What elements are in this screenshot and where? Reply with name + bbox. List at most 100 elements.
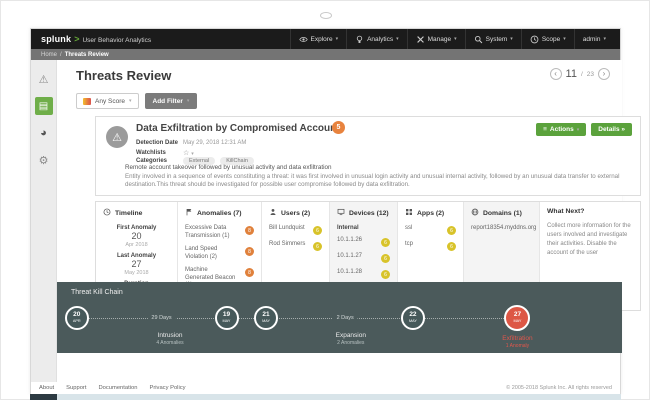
watchlists-row: Watchlists ☆ ▾	[136, 149, 194, 157]
kill-chain-title: Threat Kill Chain	[71, 289, 123, 296]
devices-title: Devices (12)	[349, 210, 389, 217]
kill-chain-node[interactable]: 20 APR	[65, 306, 89, 330]
nav-label: Manage	[428, 36, 452, 43]
score-dot: 6	[447, 242, 456, 251]
nav-item-scope[interactable]: Scope ▾	[521, 29, 574, 49]
user-item[interactable]: Rod Simmers 6	[269, 241, 322, 251]
logo-arrow-icon: >	[74, 34, 79, 44]
app-window: splunk > User Behavior Analytics Explore…	[30, 28, 621, 394]
node-day: 21	[262, 312, 269, 319]
apps-header: Apps (2)	[405, 208, 456, 218]
node-month: MAY	[262, 320, 270, 324]
app-name: ssl	[405, 225, 447, 233]
score-filter-label: Any Score	[95, 98, 125, 105]
app-item[interactable]: tcp 6	[405, 241, 456, 251]
pie-chart-icon[interactable]: ◕	[35, 124, 53, 142]
device-item[interactable]: 10.1.1.27 6	[337, 253, 390, 263]
pager-total: 23	[587, 71, 594, 78]
nav-item-system[interactable]: System ▾	[465, 29, 521, 49]
actions-button[interactable]: ≡ Actions ▾	[536, 123, 586, 136]
nav-item-explore[interactable]: Explore ▾	[290, 29, 347, 49]
details-button[interactable]: Details »	[591, 123, 632, 136]
what-next-text: Collect more information for the users i…	[547, 222, 633, 258]
nav-label: System	[486, 36, 508, 43]
breadcrumb-home-link[interactable]: Home	[41, 52, 57, 58]
device-item[interactable]: 10.1.1.26 6	[337, 237, 390, 247]
anomaly-item[interactable]: Land Speed Violation (2) 8	[185, 246, 254, 261]
first-anomaly: First Anomaly 20 Apr 2018	[103, 225, 170, 248]
footer-link-documentation[interactable]: Documentation	[98, 385, 137, 391]
what-next-title: What Next?	[547, 208, 584, 215]
app-name: User Behavior Analytics	[82, 37, 151, 44]
footer-link-about[interactable]: About	[39, 385, 54, 391]
nav-item-admin[interactable]: admin ▾	[574, 29, 614, 49]
segment-duration: 29 Days	[147, 315, 175, 321]
tools-icon	[416, 35, 425, 44]
threat-title: Data Exfiltration by Compromised Account	[136, 123, 340, 134]
grid-icon	[405, 208, 413, 218]
bulb-icon	[355, 35, 364, 44]
flag-icon	[185, 208, 193, 218]
node-day: 19	[223, 312, 230, 319]
monitor-icon	[337, 208, 345, 218]
score-dot: 6	[313, 226, 322, 235]
detection-date-label: Detection Date	[136, 140, 178, 146]
nav-item-analytics[interactable]: Analytics ▾	[346, 29, 407, 49]
kill-chain-node-alert[interactable]: 27 MAY	[504, 305, 530, 331]
gear-icon[interactable]: ⚙	[35, 151, 53, 169]
chevron-down-icon: ▾	[454, 36, 457, 42]
copyright-text: © 2005-2018 Splunk Inc. All rights reser…	[506, 385, 612, 391]
reviews-list-icon[interactable]: ▤	[35, 97, 53, 115]
node-day: 20	[73, 312, 80, 319]
filter-bar: Any Score ▾ Add Filter ▾	[76, 93, 197, 109]
splunk-logo: splunk	[41, 34, 71, 44]
timeline-header: Timeline	[103, 208, 170, 218]
kill-chain-timeline-line	[68, 318, 526, 319]
magnifier-icon	[474, 35, 483, 44]
threat-kill-chain-panel: Threat Kill Chain 20 APR 29 Days 19 MAY …	[57, 282, 622, 353]
chevron-down-icon: ▾	[187, 98, 190, 104]
footer-link-privacy[interactable]: Privacy Policy	[149, 385, 185, 391]
app-item[interactable]: ssl 6	[405, 225, 456, 235]
score-dot: 6	[447, 226, 456, 235]
logo-group[interactable]: splunk > User Behavior Analytics	[41, 34, 151, 44]
bottom-strip-dark	[30, 394, 57, 400]
nav-item-manage[interactable]: Manage ▾	[407, 29, 465, 49]
kill-chain-node[interactable]: 21 MAY	[254, 306, 278, 330]
threats-warning-icon[interactable]: ⚠	[35, 70, 53, 88]
domains-title: Domains (1)	[483, 210, 522, 217]
segment-duration: 2 Days	[333, 315, 358, 321]
star-icon[interactable]: ☆ ▾	[183, 149, 194, 157]
chevron-down-icon: ▾	[396, 36, 399, 42]
chevron-down-icon: ▾	[603, 36, 606, 42]
timeline-title: Timeline	[115, 210, 142, 217]
domain-item[interactable]: report18354.myddns.org	[471, 225, 532, 233]
kill-chain-node[interactable]: 22 MAY	[401, 306, 425, 330]
add-filter-button[interactable]: Add Filter ▾	[145, 93, 198, 109]
anomaly-item[interactable]: Excessive Data Transmission (1) 8	[185, 225, 254, 240]
user-item[interactable]: Bill Lundquist 6	[269, 225, 322, 235]
prev-threat-button[interactable]: ‹	[550, 68, 562, 80]
score-filter-select[interactable]: Any Score ▾	[76, 93, 139, 109]
breadcrumb-current: Threats Review	[65, 52, 109, 58]
apps-title: Apps (2)	[417, 210, 444, 217]
domains-header: Domains (1)	[471, 208, 532, 218]
globe-icon	[471, 208, 479, 218]
footer-link-support[interactable]: Support	[66, 385, 86, 391]
kill-chain-node[interactable]: 19 MAY	[215, 306, 239, 330]
devices-group-label: Internal	[337, 225, 390, 231]
breadcrumb: Home / Threats Review	[31, 49, 620, 60]
phase-name: Exfiltration	[502, 335, 532, 343]
phase-name: Expansion	[336, 332, 366, 340]
score-dot: 6	[381, 270, 390, 279]
first-anomaly-day: 20	[103, 231, 170, 242]
threat-warning-icon: ⚠	[106, 126, 128, 148]
next-threat-button[interactable]: ›	[598, 68, 610, 80]
phase-exfiltration: Exfiltration 1 Anomaly	[502, 335, 532, 350]
node-day: 22	[409, 312, 416, 319]
threat-summary: Remote account takeover followed by unus…	[125, 164, 332, 171]
clock-icon	[103, 208, 111, 218]
detection-date-row: Detection Date May 29, 2018 12:31 AM	[136, 140, 246, 146]
anomaly-name: Excessive Data Transmission (1)	[185, 225, 237, 240]
device-item[interactable]: 10.1.1.28 6	[337, 269, 390, 279]
